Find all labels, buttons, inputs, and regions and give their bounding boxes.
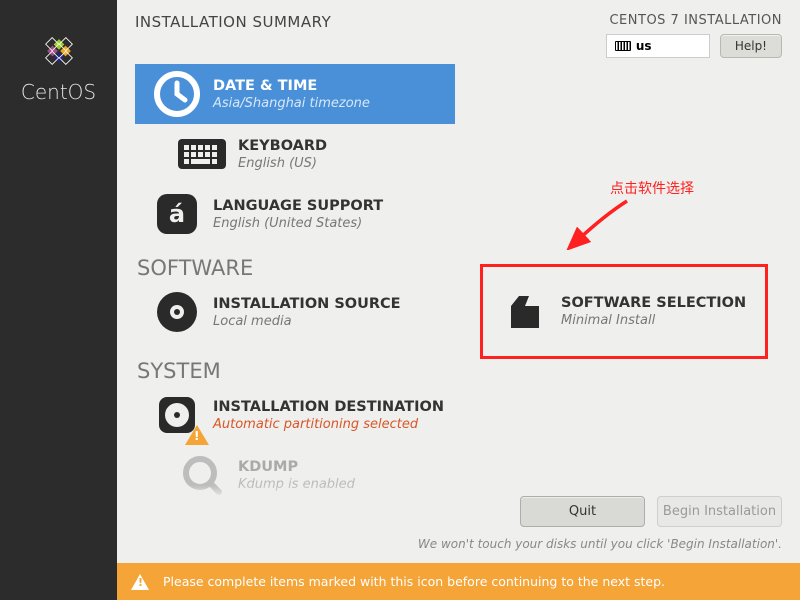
keyboard-layout-text: us xyxy=(636,39,652,53)
spoke-installation-source[interactable]: INSTALLATION SOURCE Local media xyxy=(135,282,455,342)
spoke-kdump[interactable]: KDUMP Kdump is enabled xyxy=(160,445,480,505)
centos-logo-icon xyxy=(38,30,80,72)
product-title: CENTOS 7 INSTALLATION xyxy=(606,13,782,28)
language-icon: á xyxy=(154,191,200,237)
spoke-kdump-title: KDUMP xyxy=(238,459,355,475)
spoke-selection-status: Minimal Install xyxy=(561,313,746,328)
spoke-keyboard-status: English (US) xyxy=(238,156,327,171)
spoke-language-title: LANGUAGE SUPPORT xyxy=(213,198,383,214)
spoke-keyboard[interactable]: KEYBOARD English (US) xyxy=(160,124,480,184)
keyboard-layout-indicator[interactable]: us xyxy=(606,34,710,58)
spoke-destination-status: Automatic partitioning selected xyxy=(213,417,444,432)
keyboard-icon xyxy=(615,41,631,51)
spoke-keyboard-title: KEYBOARD xyxy=(238,138,327,154)
begin-installation-button[interactable]: Begin Installation xyxy=(657,496,782,527)
package-icon xyxy=(505,292,545,332)
section-system-label: SYSTEM xyxy=(135,359,782,383)
header: INSTALLATION SUMMARY CENTOS 7 INSTALLATI… xyxy=(117,0,800,64)
footer-buttons: Quit Begin Installation xyxy=(520,496,782,527)
spoke-language-status: English (United States) xyxy=(213,216,383,231)
quit-button[interactable]: Quit xyxy=(520,496,645,527)
clock-icon xyxy=(154,71,200,117)
spoke-destination[interactable]: INSTALLATION DESTINATION Automatic parti… xyxy=(135,385,455,445)
sidebar-brand: CentOS xyxy=(21,80,96,104)
warning-triangle-icon xyxy=(131,574,149,590)
kdump-icon xyxy=(179,452,225,498)
warning-bar-text: Please complete items marked with this i… xyxy=(163,574,665,589)
spoke-software-selection[interactable]: SOFTWARE SELECTION Minimal Install xyxy=(480,264,768,359)
spoke-destination-title: INSTALLATION DESTINATION xyxy=(213,399,444,415)
spoke-selection-title: SOFTWARE SELECTION xyxy=(561,295,746,311)
content: DATE & TIME Asia/Shanghai timezone xyxy=(117,64,800,505)
sidebar: CentOS xyxy=(0,0,117,600)
spoke-source-status: Local media xyxy=(213,314,401,329)
keyboard-large-icon xyxy=(176,135,228,173)
spoke-datetime[interactable]: DATE & TIME Asia/Shanghai timezone xyxy=(135,64,455,124)
spoke-kdump-status: Kdump is enabled xyxy=(238,477,355,492)
footer-hint: We won't touch your disks until you clic… xyxy=(418,537,782,551)
annotation-arrow-icon xyxy=(565,195,635,250)
page-title: INSTALLATION SUMMARY xyxy=(135,13,331,31)
spoke-datetime-status: Asia/Shanghai timezone xyxy=(213,96,370,111)
svg-text:á: á xyxy=(169,200,185,228)
spoke-language[interactable]: á LANGUAGE SUPPORT English (United State… xyxy=(135,184,455,244)
help-button[interactable]: Help! xyxy=(720,34,782,58)
warning-bar: Please complete items marked with this i… xyxy=(117,563,800,600)
spoke-datetime-title: DATE & TIME xyxy=(213,78,370,94)
warning-icon xyxy=(185,425,209,445)
main-area: INSTALLATION SUMMARY CENTOS 7 INSTALLATI… xyxy=(117,0,800,563)
spoke-source-title: INSTALLATION SOURCE xyxy=(213,296,401,312)
disc-icon xyxy=(154,289,200,335)
